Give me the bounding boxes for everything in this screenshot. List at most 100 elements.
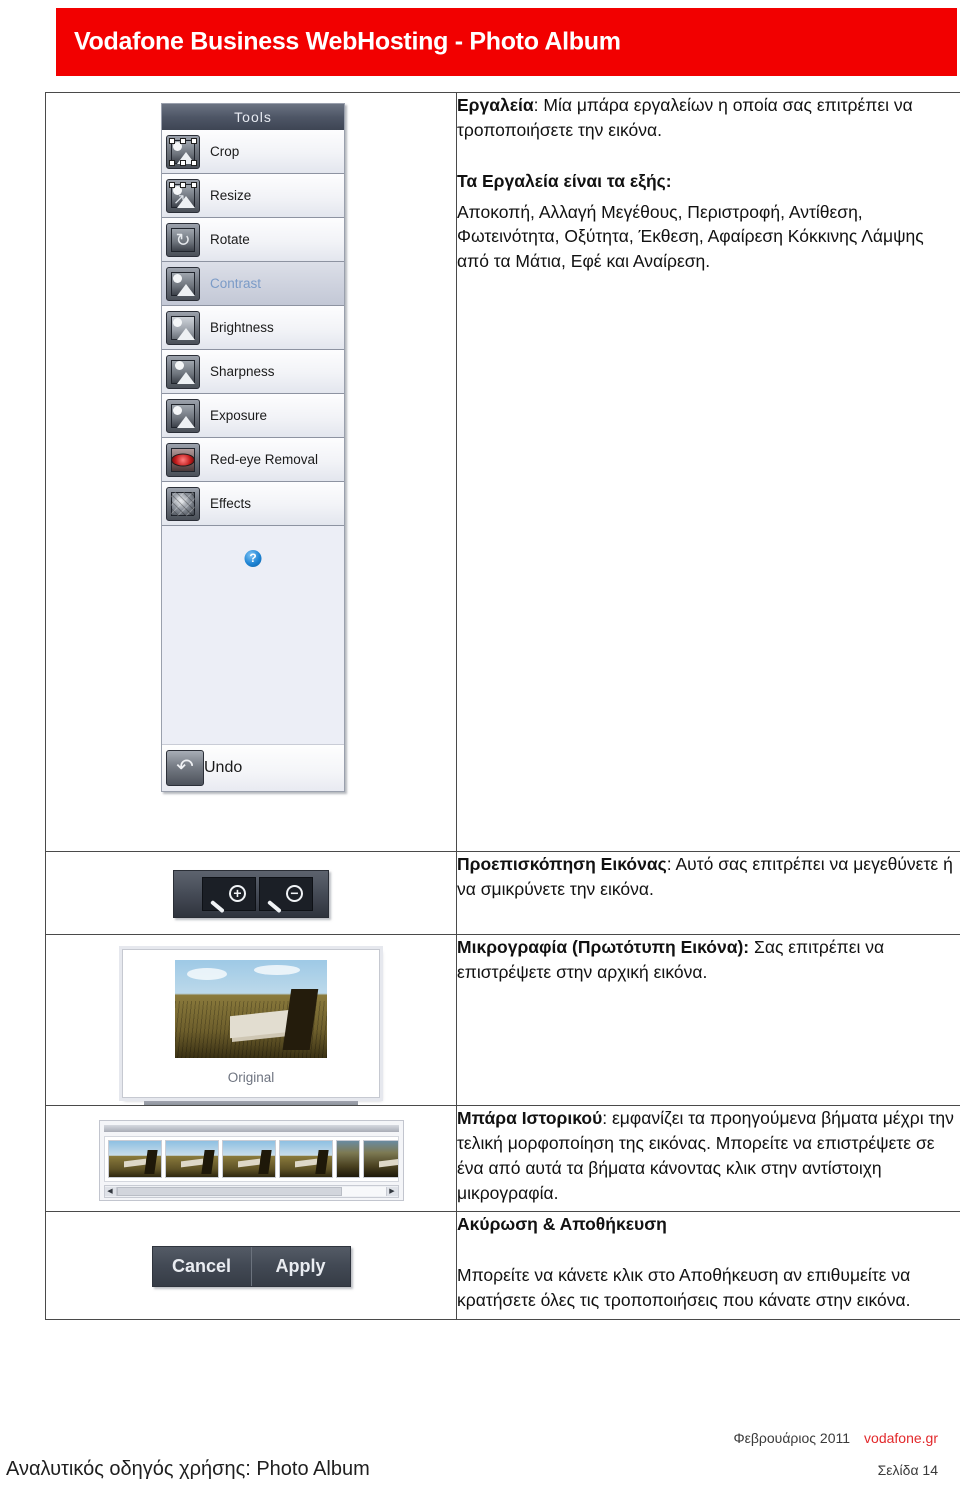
tools-panel-empty-area: ? [162,526,344,745]
paragraph-lead: Ακύρωση & Αποθήκευση [457,1214,667,1235]
preview-description-cell: Προεπισκόπηση Εικόνας: Αυτό σας επιτρέπε… [456,851,960,935]
tool-label: Contrast [210,276,262,291]
tool-label: Red-eye Removal [210,452,319,467]
sharpness-icon [166,354,200,389]
paragraph: Μικρογραφία (Πρωτότυπη Εικόνα): Σας επιτ… [457,935,960,985]
history-panel: ◀ ▶ [98,1120,404,1201]
table-row: Cancel Apply Ακύρωση & Αποθήκευση Μπορεί… [45,1211,960,1320]
tools-panel-cell: Tools Crop ↗ Resize ↻ Rotate Contrast Br… [45,92,457,852]
history-thumbnail[interactable] [278,1140,333,1178]
tool-label: Rotate [210,232,250,247]
history-thumbnail[interactable] [107,1140,162,1178]
tool-label: Effects [210,496,252,511]
paragraph: Εργαλεία: Μία μπάρα εργαλείων η οποία σα… [457,93,960,143]
tool-item-exposure[interactable]: Exposure [162,394,344,438]
actions-wrapper: Cancel Apply [46,1212,456,1317]
paragraph-lead: Μικρογραφία (Πρωτότυπη Εικόνα): [457,937,750,957]
original-caption: Original [227,1070,275,1085]
contrast-icon [166,266,200,301]
tool-item-crop[interactable]: Crop [162,130,344,174]
feature-description-table: Tools Crop ↗ Resize ↻ Rotate Contrast Br… [45,92,960,1320]
original-thumbnail-panel[interactable]: Original [119,946,383,1101]
paragraph-lead: Μπάρα Ιστορικού [457,1108,603,1128]
history-thumbnail[interactable] [221,1140,276,1178]
paragraph-lead: Προεπισκόπηση Εικόνας [457,854,667,874]
tool-item-red-eye-removal[interactable]: Red-eye Removal [162,438,344,482]
tools-description-cell: Εργαλεία: Μία μπάρα εργαλείων η οποία σα… [456,92,960,852]
plus-icon: + [233,885,242,901]
undo-button[interactable]: Undo [162,745,344,791]
paragraph: Αποκοπή, Αλλαγή Μεγέθους, Περιστροφή, Αν… [457,200,960,275]
table-row: Original Μικρογραφία (Πρωτότυπη Εικόνα):… [45,934,960,1106]
paragraph: Μπορείτε να κάνετε κλικ στο Αποθήκευση α… [457,1263,960,1313]
minus-icon: − [290,885,299,901]
help-icon[interactable]: ? [244,550,262,567]
scrollbar-track[interactable] [116,1187,386,1196]
tool-label: Brightness [210,320,274,335]
tools-panel: Tools Crop ↗ Resize ↻ Rotate Contrast Br… [161,103,345,792]
history-thumbnail[interactable] [164,1140,219,1178]
history-thumbnail-list [103,1136,399,1182]
cancel-button[interactable]: Cancel [152,1247,251,1287]
tool-item-resize[interactable]: ↗ Resize [162,174,344,218]
tool-item-rotate[interactable]: ↻ Rotate [162,218,344,262]
footer-meta: Φεβρουάριος 2011 vodafone.gr [733,1430,938,1446]
history-panel-titlebar [103,1125,399,1132]
crop-icon [166,134,200,169]
actions-bar: Cancel Apply [151,1246,351,1288]
paragraph-body: Αποκοπή, Αλλαγή Μεγέθους, Περιστροφή, Αν… [457,201,924,272]
paragraph-body: Μπορείτε να κάνετε κλικ στο Αποθήκευση α… [457,1265,911,1311]
paragraph: Προεπισκόπηση Εικόνας: Αυτό σας επιτρέπε… [457,852,960,902]
history-scrollbar[interactable]: ◀ ▶ [103,1185,399,1198]
effects-icon [166,486,200,521]
zoom-out-button[interactable]: − [259,877,313,914]
history-thumbnail[interactable] [362,1140,398,1178]
original-panel-shadow [144,1098,358,1105]
footer-url[interactable]: vodafone.gr [864,1430,938,1446]
brightness-icon [166,310,200,345]
table-row: Tools Crop ↗ Resize ↻ Rotate Contrast Br… [45,92,960,852]
undo-label: Undo [204,759,243,776]
scrollbar-thumb[interactable] [116,1187,343,1196]
paragraph: Τα Εργαλεία είναι τα εξής: [457,169,960,194]
paragraph: Μπάρα Ιστορικού: εμφανίζει τα προηγούμεν… [457,1106,960,1205]
scroll-left-arrow-icon[interactable]: ◀ [104,1187,117,1196]
history-bar-cell: ◀ ▶ [45,1104,457,1213]
tool-item-brightness[interactable]: Brightness [162,306,344,350]
original-photo [175,960,327,1058]
apply-button[interactable]: Apply [250,1247,350,1287]
zoom-toolbar: + − [173,870,329,918]
page-title: Vodafone Business WebHosting - Photo Alb… [74,27,621,56]
zoom-controls-cell: + − [45,851,457,935]
actions-cell: Cancel Apply [45,1211,457,1320]
tool-label: Resize [210,188,252,203]
tool-label: Crop [210,144,240,159]
tool-item-effects[interactable]: Effects [162,482,344,526]
history-panel-wrapper: ◀ ▶ [46,1106,456,1211]
exposure-icon [166,398,200,433]
original-panel-wrapper: Original [46,935,456,1101]
actions-description-cell: Ακύρωση & Αποθήκευση Μπορείτε να κάνετε … [456,1211,960,1320]
footer-date: Φεβρουάριος 2011 [733,1430,851,1446]
scroll-right-arrow-icon[interactable]: ▶ [385,1187,398,1196]
red-eye-icon [166,442,200,477]
original-thumbnail-cell: Original [45,934,457,1106]
paragraph-lead: Τα Εργαλεία είναι τα εξής: [457,170,672,191]
table-row: + − Προεπισκόπηση Εικόνας: Αυτό σας επιτ… [45,851,960,935]
tool-label: Sharpness [210,364,275,379]
paragraph: Ακύρωση & Αποθήκευση [457,1212,960,1237]
tool-item-sharpness[interactable]: Sharpness [162,350,344,394]
paragraph-lead: Εργαλεία [457,95,534,115]
magnifier-handle-icon [210,899,225,914]
zoom-controls-wrapper: + − [46,852,456,934]
header-band: Vodafone Business WebHosting - Photo Alb… [56,8,957,76]
tools-panel-header: Tools [162,104,344,130]
tool-label: Exposure [210,408,268,423]
history-thumbnail[interactable] [335,1140,360,1178]
tool-item-contrast[interactable]: Contrast [162,262,344,306]
table-row: ◀ ▶ Μπάρα Ιστορικού: εμφανίζει τα προηγο… [45,1104,960,1213]
history-description-cell: Μπάρα Ιστορικού: εμφανίζει τα προηγούμεν… [456,1104,960,1213]
undo-icon [166,750,204,786]
resize-icon: ↗ [166,178,200,213]
zoom-in-button[interactable]: + [202,877,256,914]
